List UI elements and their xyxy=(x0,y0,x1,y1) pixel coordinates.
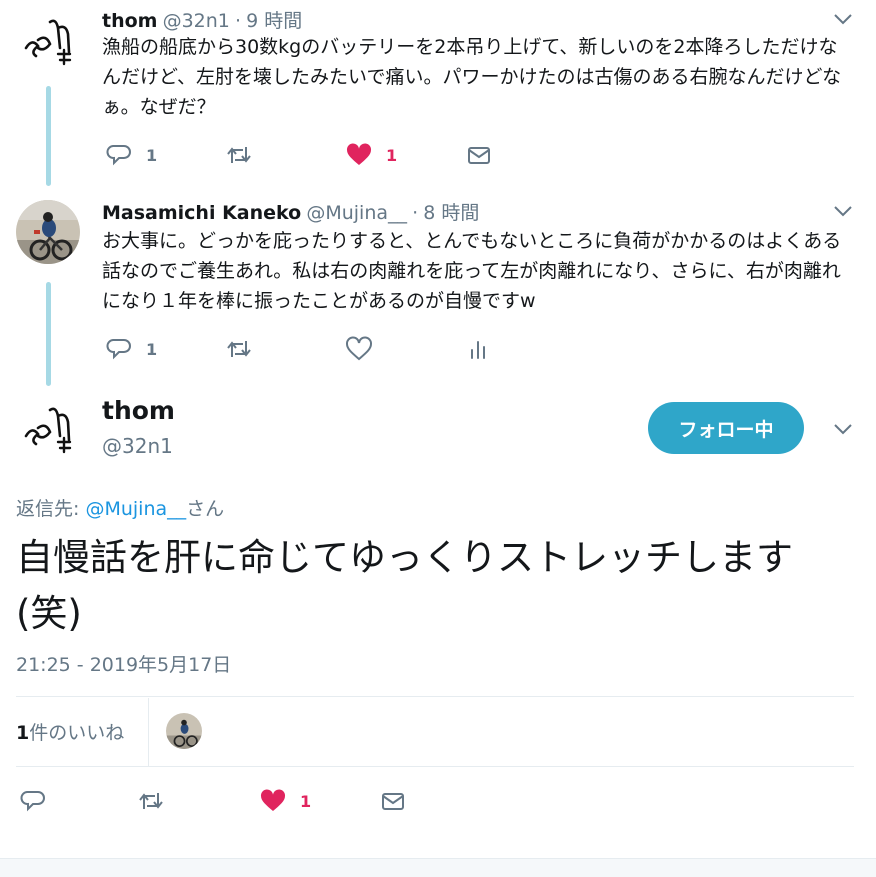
like-button[interactable]: 1 xyxy=(346,140,397,170)
likes-summary[interactable]: 1件のいいね xyxy=(16,718,124,745)
user-handle[interactable]: @32n1 xyxy=(163,10,230,32)
like-button[interactable]: 1 xyxy=(260,786,311,816)
divider xyxy=(16,766,854,767)
reply-button[interactable]: 1 xyxy=(106,140,157,170)
thread-line xyxy=(46,282,51,386)
retweet-icon xyxy=(227,147,251,163)
user-handle[interactable]: @32n1 xyxy=(102,434,173,458)
display-name[interactable]: Masamichi Kaneko xyxy=(102,202,301,224)
reply-icon xyxy=(106,339,131,360)
footer-strip xyxy=(0,858,876,877)
retweet-icon xyxy=(139,793,163,809)
heart-filled-icon xyxy=(346,143,372,165)
chevron-down-icon[interactable] xyxy=(832,8,854,30)
reply-button[interactable]: 1 xyxy=(106,334,157,364)
user-handle[interactable]: @Mujina__ xyxy=(306,202,407,224)
tweet-header: thom @32n1 · 9 時間 xyxy=(102,6,302,33)
retweet-icon xyxy=(227,341,251,357)
avatar[interactable] xyxy=(16,10,80,74)
heart-filled-icon xyxy=(260,789,286,811)
separator: · xyxy=(234,10,242,32)
likes-number: 1 xyxy=(16,722,30,744)
following-button[interactable]: フォロー中 xyxy=(648,402,804,454)
liker-avatar[interactable] xyxy=(166,713,202,749)
envelope-icon xyxy=(382,793,404,810)
reply-icon xyxy=(20,791,45,812)
display-name[interactable]: thom xyxy=(102,396,175,425)
chevron-down-icon[interactable] xyxy=(832,418,854,440)
reply-count: 1 xyxy=(146,145,158,165)
like-count: 1 xyxy=(300,791,312,811)
heart-outline-icon xyxy=(346,336,372,361)
tweet-timestamp[interactable]: 21:25 - 2019年5月17日 xyxy=(16,650,231,677)
direct-message-button[interactable] xyxy=(380,786,406,816)
tweet-header: Masamichi Kaneko @Mujina__ · 8 時間 xyxy=(102,198,479,225)
retweet-button[interactable] xyxy=(226,334,266,364)
envelope-icon xyxy=(468,147,490,164)
likes-label: 件のいいね xyxy=(29,722,125,744)
tweet-time[interactable]: 8 時間 xyxy=(423,202,479,224)
reply-to-mention[interactable]: @Mujina__ xyxy=(85,498,186,520)
main-tweet-text: 自慢話を肝に命じてゆっくりストレッチします(笑) xyxy=(16,536,793,635)
analytics-icon xyxy=(471,341,485,359)
tweet-time[interactable]: 9 時間 xyxy=(246,10,302,32)
reply-to-suffix: さん xyxy=(186,498,225,520)
like-count: 1 xyxy=(386,145,398,165)
like-button[interactable] xyxy=(346,334,386,364)
separator: · xyxy=(412,202,419,224)
tweet-text: お大事に。どっかを庇ったりすると、とんでもないところに負荷がかかるのはよくある話… xyxy=(102,230,842,312)
avatar[interactable] xyxy=(16,200,80,264)
avatar[interactable] xyxy=(16,398,80,462)
retweet-button[interactable] xyxy=(138,786,178,816)
reply-icon xyxy=(106,145,131,166)
chevron-down-icon[interactable] xyxy=(832,200,854,222)
retweet-button[interactable] xyxy=(226,140,266,170)
divider xyxy=(16,696,854,697)
tweet-text: 漁船の船底から30数kgのバッテリーを2本吊り上げて、新しいのを2本降ろしただけ… xyxy=(102,36,842,118)
divider xyxy=(148,698,149,766)
display-name[interactable]: thom xyxy=(102,10,157,32)
thread-line xyxy=(46,86,51,186)
analytics-button[interactable] xyxy=(466,334,492,364)
reply-count: 1 xyxy=(146,339,158,359)
reply-button[interactable] xyxy=(20,786,60,816)
reply-to: 返信先: @Mujina__さん xyxy=(16,494,224,521)
direct-message-button[interactable] xyxy=(466,140,492,170)
reply-to-prefix: 返信先: xyxy=(16,498,86,520)
